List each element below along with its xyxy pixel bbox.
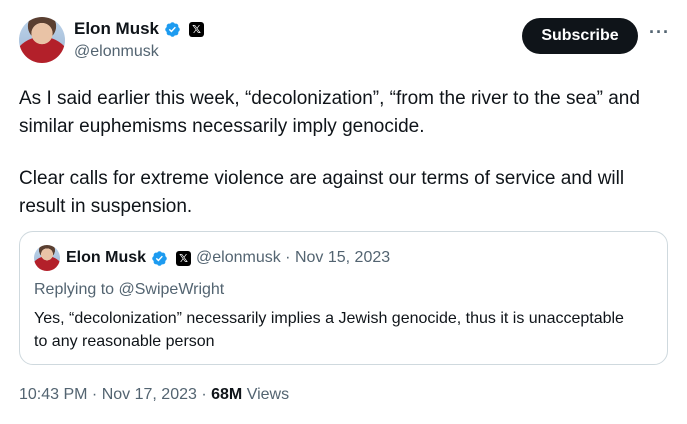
tweet-paragraph: Clear calls for extreme violence are aga… <box>19 168 625 217</box>
verified-badge-icon <box>152 250 167 266</box>
tweet-meta: 10:43 PM · Nov 17, 2023 · 68M Views <box>19 386 289 404</box>
x-logo-icon: 𝕏 <box>176 250 192 266</box>
author-avatar[interactable] <box>19 17 65 63</box>
quoted-author-avatar <box>34 245 60 271</box>
views-count: 68M <box>211 386 243 403</box>
tweet-timestamp[interactable]: 10:43 PM · Nov 17, 2023 · <box>19 386 207 403</box>
author-name-row: Elon Musk 𝕏 <box>74 19 205 39</box>
tweet-paragraph: As I said earlier this week, “decoloniza… <box>19 88 640 137</box>
tweet-text: As I said earlier this week, “decoloniza… <box>19 85 669 221</box>
quoted-tweet-header: Elon Musk 𝕏 @elonmusk · Nov 15, 2023 <box>66 249 390 267</box>
quoted-handle-date: @elonmusk · Nov 15, 2023 <box>196 249 391 266</box>
quoted-author-name: Elon Musk <box>66 249 147 266</box>
views-label: Views <box>246 386 290 403</box>
x-logo-icon: 𝕏 <box>189 21 205 37</box>
author-handle[interactable]: @elonmusk <box>74 43 159 61</box>
author-name[interactable]: Elon Musk <box>74 19 159 39</box>
quoted-tweet[interactable]: Elon Musk 𝕏 @elonmusk · Nov 15, 2023 Rep… <box>19 231 668 365</box>
subscribe-button[interactable]: Subscribe <box>522 18 638 54</box>
more-options-icon[interactable]: ··· <box>649 22 670 43</box>
quoted-tweet-text: Yes, “decolonization” necessarily implie… <box>34 310 624 350</box>
verified-badge-icon <box>165 21 180 37</box>
replying-to-text: Replying to @SwipeWright <box>34 281 225 298</box>
